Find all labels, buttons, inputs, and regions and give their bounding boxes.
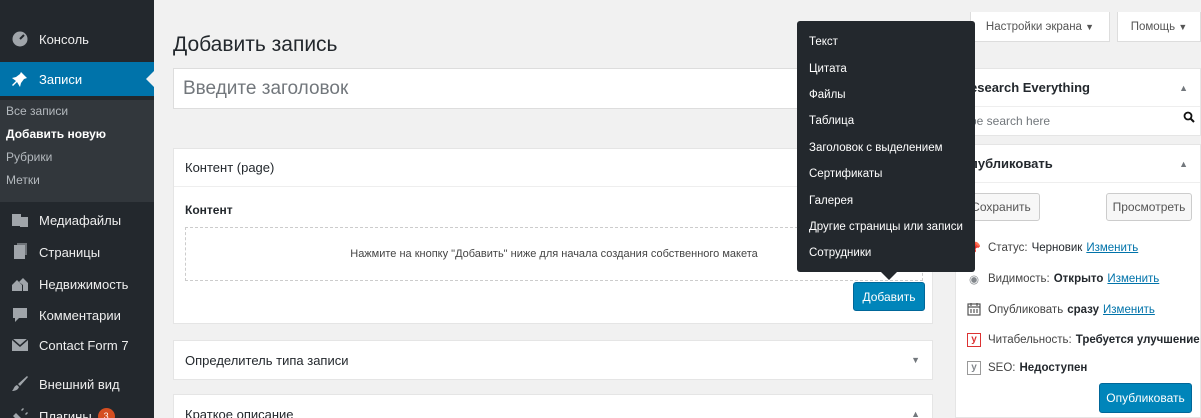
sidebar-item-label: Медиафайлы [39,212,122,228]
submenu-categories[interactable]: Рубрики [0,146,154,169]
plugin-icon [10,406,30,418]
calendar-icon [966,302,982,319]
sidebar-item-label: Страницы [39,244,101,260]
sidebar-item-posts[interactable]: Записи [0,62,154,96]
edit-visibility-link[interactable]: Изменить [1107,273,1159,285]
readability-value: Требуется улучшение [1075,334,1200,346]
side-box-header[interactable]: esearch Everything ▲ [956,69,1200,107]
dropdown-item-highlighted-heading[interactable]: Заголовок с выделением [797,135,975,161]
post-type-metabox: Определитель типа записи ▼ [173,340,933,380]
toggle-arrow-icon[interactable]: ▲ [1179,159,1188,169]
metabox-header[interactable]: Определитель типа записи ▼ [174,341,932,379]
edit-status-link[interactable]: Изменить [1086,242,1138,254]
sidebar-item-label: Консоль [39,31,89,47]
update-count-badge: 3 [97,407,115,418]
search-icon[interactable] [1183,111,1195,126]
eye-icon: ◉ [968,274,980,286]
seo-value: Недоступен [1019,362,1088,374]
brush-icon [10,374,30,394]
status-value: Черновик [1031,242,1083,254]
chevron-down-icon: ▼ [1085,21,1095,32]
dropdown-item-certificates[interactable]: Сертификаты [797,161,975,187]
houses-icon [10,274,30,294]
dropdown-item-table[interactable]: Таблица [797,108,975,134]
chevron-down-icon: ▼ [1178,21,1188,32]
side-box-header[interactable]: публиковать ▲ [956,145,1200,183]
dashboard-icon [10,29,30,49]
sidebar-item-label: Плагины [39,408,92,418]
search-everything-box: esearch Everything ▲ pe search here [955,68,1201,136]
visibility-value: Открыто [1053,273,1104,285]
submenu-add-new[interactable]: Добавить новую [0,123,154,146]
sidebar-item-comments[interactable]: Комментарии [0,298,154,332]
publish-time-row: Опубликовать сразу Изменить [966,299,1155,321]
title-placeholder: Введите заголовок [183,77,349,99]
help-button[interactable]: Помощь ▼ [1117,12,1201,42]
toggle-arrow-icon[interactable]: ▲ [1179,83,1188,93]
sidebar-item-appearance[interactable]: Внешний вид [0,367,154,401]
edit-publish-time-link[interactable]: Изменить [1103,304,1155,316]
sidebar-item-label: Комментарии [39,307,121,323]
preview-button[interactable]: Просмотреть [1106,193,1192,221]
sidebar-item-dashboard[interactable]: Консоль [0,22,154,56]
screen-options-button[interactable]: Настройки экрана ▼ [970,12,1110,42]
content-label: Контент [185,203,233,217]
visibility-row: ◉ Видимость: Открыто Изменить [966,268,1159,290]
excerpt-metabox: Краткое описание ▲ [173,394,933,418]
sidebar-item-label: Недвижимость [39,276,129,292]
dropdown-item-files[interactable]: Файлы [797,82,975,108]
media-icon [10,210,30,230]
seo-row: y SEO: Недоступен [966,357,1087,379]
publish-button[interactable]: Опубликовать [1099,383,1192,413]
yoast-seo-icon: y [967,361,981,375]
add-block-button[interactable]: Добавить [853,282,925,311]
sidebar-item-realty[interactable]: Недвижимость [0,267,154,301]
sidebar-item-contact-form[interactable]: Contact Form 7 [0,328,154,362]
posts-submenu: Все записи Добавить новую Рубрики Метки [0,100,154,202]
dropdown-item-gallery[interactable]: Галерея [797,187,975,213]
pin-icon [10,69,30,89]
sidebar-item-media[interactable]: Медиафайлы [0,203,154,237]
submenu-all-posts[interactable]: Все записи [0,100,154,123]
sidebar-item-pages[interactable]: Страницы [0,235,154,269]
metabox-header[interactable]: Краткое описание ▲ [174,395,932,418]
dropdown-item-other-pages[interactable]: Другие страницы или записи [797,214,975,240]
status-row: 📌 Статус: Черновик Изменить [966,237,1138,259]
sidebar-item-plugins[interactable]: Плагины 3 [0,399,154,418]
sidebar-item-label: Внешний вид [39,376,120,392]
search-input[interactable]: pe search here [970,107,1190,135]
toggle-arrow-icon[interactable]: ▲ [911,409,920,418]
publish-box: публиковать ▲ Сохранить Просмотреть 📌 Ст… [955,144,1201,418]
dropdown-item-text[interactable]: Текст [797,29,975,55]
comment-icon [10,305,30,325]
mail-icon [10,335,30,355]
toggle-arrow-icon[interactable]: ▼ [911,355,920,365]
yoast-readability-icon: y [967,333,981,347]
page-title: Добавить запись [173,33,338,56]
sidebar-item-label: Записи [39,71,83,87]
admin-sidebar: Консоль Записи Все записи Добавить новую… [0,0,154,418]
sidebar-item-label: Contact Form 7 [39,337,129,353]
submenu-tags[interactable]: Метки [0,169,154,192]
publish-time-value: сразу [1067,304,1099,316]
pages-icon [10,242,30,262]
readability-row: y Читабельность: Требуется улучшение [966,329,1200,351]
add-block-dropdown: Текст Цитата Файлы Таблица Заголовок с в… [797,21,975,280]
dropdown-item-employees[interactable]: Сотрудники [797,240,975,266]
dropdown-item-quote[interactable]: Цитата [797,55,975,81]
